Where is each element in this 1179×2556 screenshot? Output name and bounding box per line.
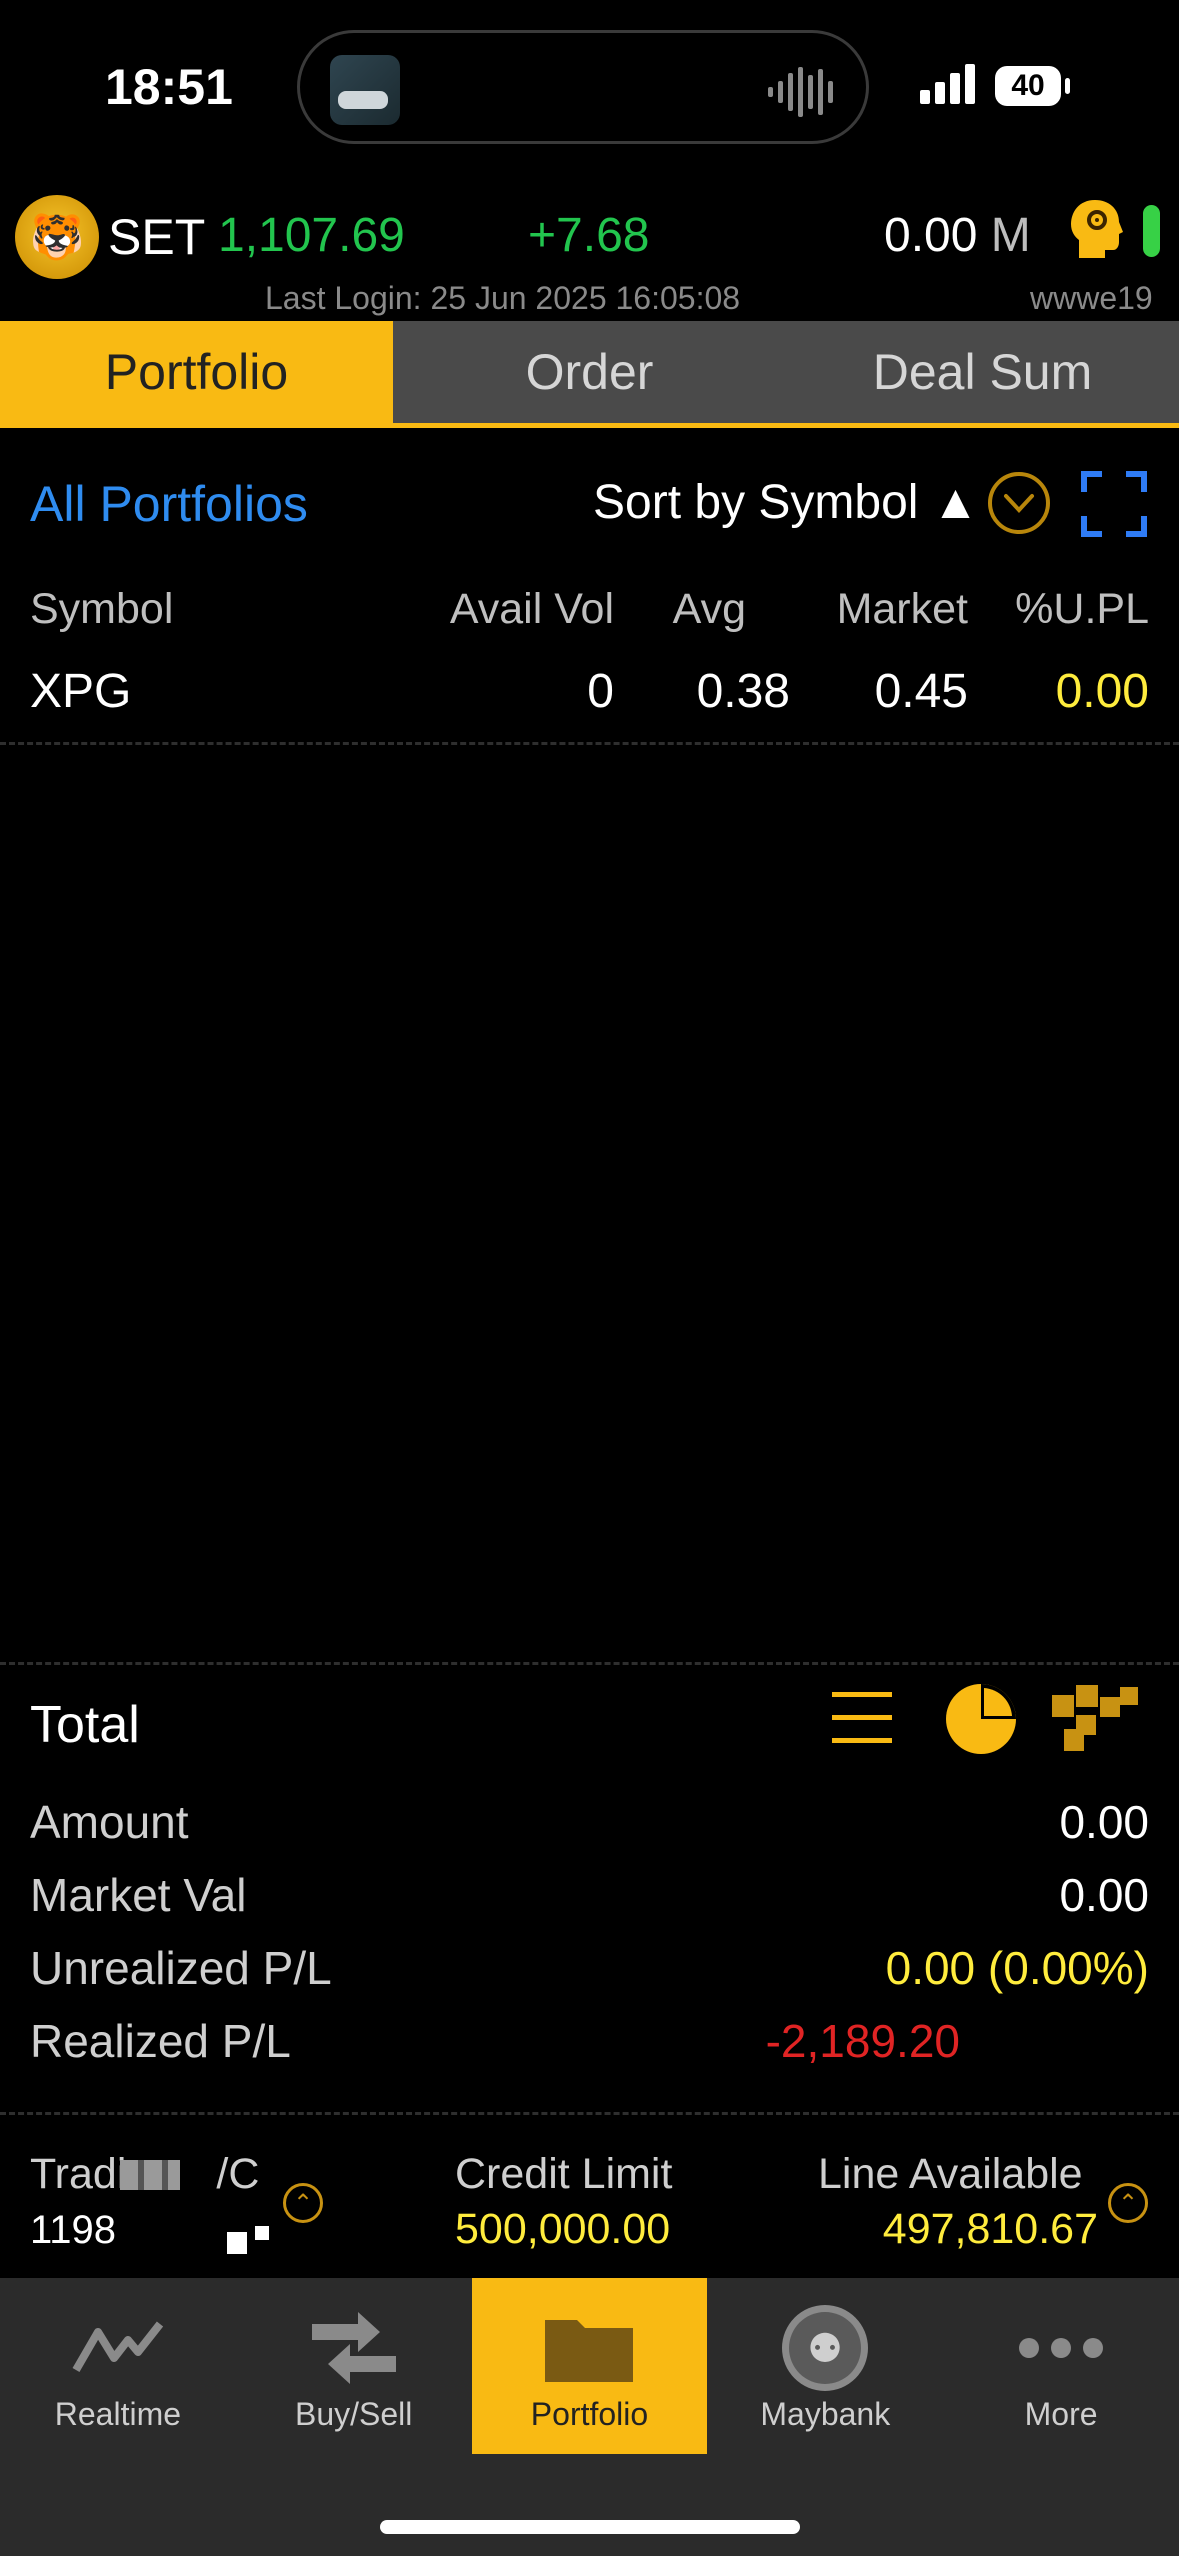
- line-available-value: 497,810.67: [882, 2205, 1098, 2253]
- tiger-logo-icon: ⚉: [775, 2305, 875, 2391]
- nav-portfolio-label: Portfolio: [530, 2396, 649, 2432]
- row-symbol[interactable]: XPG: [30, 664, 131, 719]
- volume-unit: M: [990, 209, 1031, 262]
- row-divider: [0, 742, 1179, 745]
- portfolio-selector[interactable]: All Portfolios: [30, 475, 308, 533]
- tab-portfolio[interactable]: Portfolio: [0, 321, 393, 423]
- col-header-upl[interactable]: %U.PL: [1015, 585, 1149, 634]
- credit-limit-value: 500,000.00: [455, 2205, 671, 2253]
- row-market: 0.45: [874, 665, 968, 718]
- nav-maybank-label: Maybank: [760, 2396, 891, 2432]
- nav-maybank[interactable]: ⚉ Maybank: [707, 2278, 943, 2454]
- market-name[interactable]: SET: [108, 208, 205, 266]
- last-login-text: Last Login: 25 Jun 2025 16:05:08: [265, 280, 741, 316]
- dynamic-island[interactable]: [297, 30, 869, 144]
- market-change: +7.68: [528, 209, 650, 262]
- chart-line-icon: [68, 2308, 168, 2388]
- heatmap-icon[interactable]: [1052, 1685, 1138, 1751]
- market-index: 1,107.69: [218, 209, 405, 262]
- connection-status-indicator: [1143, 205, 1160, 257]
- list-view-icon[interactable]: [830, 1688, 894, 1748]
- realized-pl-value: -2,189.20: [765, 2015, 960, 2067]
- amount-label: Amount: [30, 1796, 189, 1848]
- fullscreen-icon[interactable]: [1080, 470, 1148, 538]
- market-val-label: Market Val: [30, 1869, 247, 1921]
- volume-value: 0.00: [884, 209, 978, 262]
- tab-bar: Portfolio Order Deal Sum: [0, 321, 1179, 428]
- nav-realtime[interactable]: Realtime: [0, 2278, 236, 2454]
- realized-pl-label: Realized P/L: [30, 2015, 291, 2067]
- pie-chart-icon[interactable]: [944, 1682, 1018, 1756]
- sort-button[interactable]: Sort by Symbol ▲: [593, 475, 979, 530]
- account-label-start: Tradi: [30, 2150, 127, 2198]
- nav-more-label: More: [1024, 2396, 1098, 2432]
- summary-divider: [0, 2112, 1179, 2115]
- folder-icon: [539, 2308, 639, 2388]
- account-expand-icon[interactable]: ⌃: [283, 2183, 323, 2223]
- nav-buy-sell[interactable]: Buy/Sell: [236, 2278, 472, 2454]
- unrealized-pl-label: Unrealized P/L: [30, 1942, 332, 1994]
- total-title: Total: [30, 1696, 140, 1754]
- unrealized-pl-value: 0.00 (0.00%): [885, 1942, 1149, 1994]
- svg-text:⚉: ⚉: [807, 2326, 843, 2372]
- more-dots-icon: [1011, 2308, 1111, 2388]
- nav-portfolio[interactable]: Portfolio: [471, 2278, 708, 2454]
- market-volume: 0.00 M: [884, 208, 1031, 263]
- col-header-symbol[interactable]: Symbol: [30, 585, 173, 634]
- battery-indicator: 40: [995, 66, 1061, 106]
- amount-value: 0.00: [1059, 1796, 1149, 1848]
- credit-limit-label: Credit Limit: [455, 2150, 673, 2198]
- home-area: [0, 2454, 1179, 2556]
- user-id: wwwe19: [1030, 280, 1153, 316]
- swap-arrows-icon: [304, 2308, 404, 2388]
- line-available-label: Line Available: [818, 2150, 1083, 2198]
- status-time: 18:51: [105, 59, 233, 115]
- row-upl: 0.00: [1055, 665, 1149, 718]
- chevron-down-icon[interactable]: [988, 472, 1050, 534]
- redaction-blur: [120, 2160, 180, 2190]
- tab-deal-sum[interactable]: Deal Sum: [786, 321, 1179, 423]
- row-avail-vol: 0: [587, 665, 614, 718]
- col-header-avg[interactable]: Avg: [673, 585, 746, 634]
- nav-buy-sell-label: Buy/Sell: [295, 2396, 413, 2432]
- battery-nub: [1065, 78, 1070, 94]
- col-header-market[interactable]: Market: [837, 585, 968, 634]
- nav-realtime-label: Realtime: [54, 2396, 182, 2432]
- tab-order[interactable]: Order: [393, 321, 786, 423]
- cellular-signal-icon: [920, 64, 975, 104]
- total-divider: [0, 1662, 1179, 1665]
- home-indicator[interactable]: [380, 2520, 800, 2534]
- redaction-mask: [115, 2210, 285, 2280]
- tiger-logo-icon[interactable]: 🐯: [15, 195, 99, 279]
- media-thumbnail: [330, 55, 400, 125]
- line-expand-icon[interactable]: ⌃: [1108, 2183, 1148, 2223]
- bottom-nav: Realtime Buy/Sell Portfolio ⚉ Maybank Mo…: [0, 2278, 1179, 2454]
- row-avg: 0.38: [696, 665, 790, 718]
- market-val-value: 0.00: [1059, 1869, 1149, 1921]
- advisor-head-icon[interactable]: [1065, 196, 1125, 262]
- audio-wave-icon: [768, 67, 833, 117]
- col-header-avail-vol[interactable]: Avail Vol: [450, 585, 614, 634]
- nav-more[interactable]: More: [943, 2278, 1179, 2454]
- account-label-end: /C: [216, 2150, 260, 2198]
